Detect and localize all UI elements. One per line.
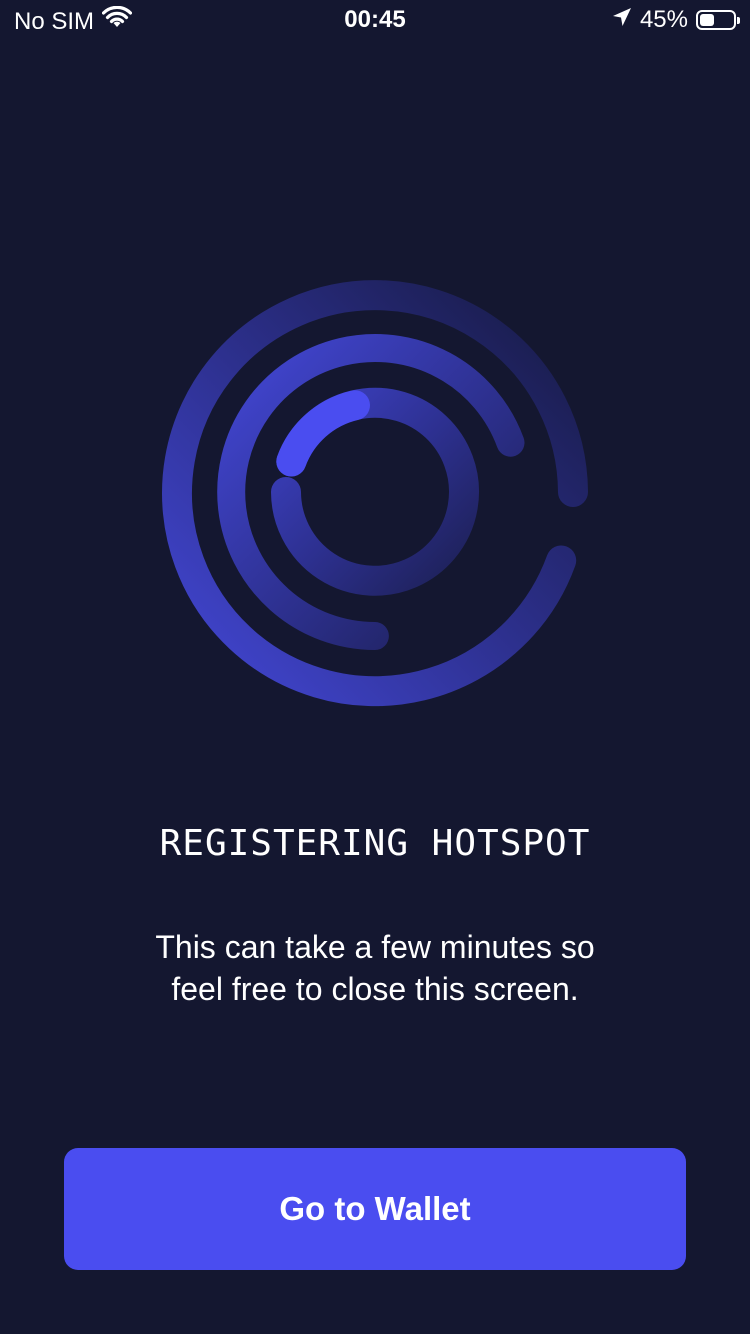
battery-cap bbox=[737, 17, 740, 24]
status-right: 45% bbox=[612, 6, 740, 34]
subtitle-line-2: feel free to close this screen. bbox=[171, 971, 579, 1007]
go-to-wallet-button[interactable]: Go to Wallet bbox=[64, 1148, 686, 1270]
battery-icon bbox=[696, 10, 740, 30]
registering-hotspot-screen: No SIM 00:45 45% REGISTERING HOTSPOT Thi… bbox=[0, 0, 750, 1334]
status-bar: No SIM 00:45 45% bbox=[0, 0, 750, 40]
battery-percent: 45% bbox=[639, 6, 688, 33]
battery-level bbox=[700, 14, 714, 26]
subtitle-line-1: This can take a few minutes so bbox=[155, 929, 595, 965]
loading-spinner-graphic bbox=[135, 252, 615, 732]
inner-ring-accent bbox=[276, 390, 370, 477]
page-subtitle: This can take a few minutes so feel free… bbox=[90, 926, 660, 1010]
location-arrow-icon bbox=[612, 6, 632, 34]
page-title: REGISTERING HOTSPOT bbox=[159, 823, 591, 864]
